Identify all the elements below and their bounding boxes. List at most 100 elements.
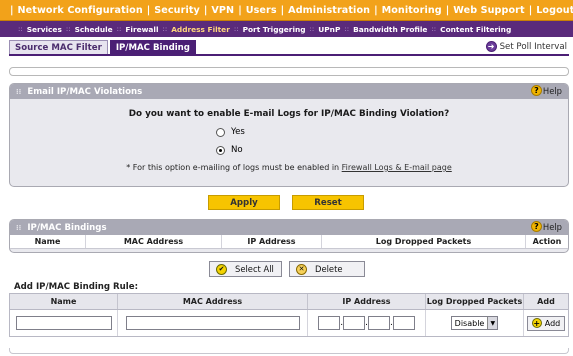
status-message-bar [9,67,569,76]
add-rule-row: . . . Disable ▼ + Add [10,310,568,336]
email-help-link[interactable]: ? Help [530,85,562,96]
subnav-separator: :: [18,25,23,33]
col-log-dropped: Log Dropped Packets [322,235,526,248]
tab-underline [9,54,569,56]
add-rule-header: Name MAC Address IP Address Log Dropped … [10,294,568,310]
nav-separator: | [528,4,533,16]
subnav-firewall[interactable]: Firewall [125,25,158,34]
sub-navigation: :: Services :: Schedule :: Firewall :: A… [0,21,573,37]
firewall-logs-link[interactable]: Firewall Logs & E-mail page [342,163,452,172]
page-tabs: Source MAC Filter IP/MAC Binding [9,40,198,55]
subnav-separator: :: [162,25,168,33]
add-col-name: Name [10,294,118,309]
delete-label: Delete [315,264,343,274]
subnav-bandwidth-profile[interactable]: Bandwidth Profile [353,25,427,34]
radio-no-circle[interactable] [216,145,225,155]
subnav-port-triggering[interactable]: Port Triggering [243,25,306,34]
col-mac-address: MAC Address [86,235,222,248]
tab-source-mac-filter[interactable]: Source MAC Filter [9,40,108,55]
bindings-help-link[interactable]: ? Help [530,221,562,232]
nav-security[interactable]: Security [154,5,200,16]
set-poll-interval-link[interactable]: ➜ Set Poll Interval [485,41,567,52]
select-all-button[interactable]: ✔ Select All [209,261,282,277]
reset-button[interactable]: Reset [292,195,364,210]
radio-yes-label: Yes [231,127,245,137]
email-note-text: * For this option e-mailing of logs must… [126,163,340,172]
ip-octet-2-input[interactable] [343,316,366,330]
delete-icon: ✕ [296,263,307,275]
email-panel-title: Email IP/MAC Violations [27,86,143,97]
log-dropped-select[interactable]: Disable ▼ [450,316,499,330]
radio-no-label: No [231,145,243,155]
radio-yes[interactable]: Yes [216,127,245,137]
add-col-log: Log Dropped Packets [426,294,524,309]
radio-no[interactable]: No [216,145,243,155]
subnav-separator: :: [233,25,239,33]
log-dropped-value: Disable [454,318,485,328]
subnav-address-filter[interactable]: Address Filter [171,25,230,34]
add-col-add: Add [537,297,555,306]
bindings-panel-header: ⁞⁞ IP/MAC Bindings ? Help [10,220,568,235]
email-violations-panel: ⁞⁞ Email IP/MAC Violations ? Help Do you… [9,83,569,187]
delete-button[interactable]: ✕ Delete [289,261,365,277]
arrow-right-icon: ➜ [485,41,497,52]
col-name: Name [10,235,86,248]
subnav-services[interactable]: Services [27,25,62,34]
subnav-separator: :: [116,25,122,33]
add-rule-title: Add IP/MAC Binding Rule: [14,282,139,292]
subnav-schedule[interactable]: Schedule [75,25,113,34]
subnav-separator: :: [344,25,350,33]
nav-logout[interactable]: Logout [536,5,573,16]
nav-separator: | [146,4,151,16]
mac-address-input[interactable] [125,316,300,330]
nav-administration[interactable]: Administration [288,5,370,16]
bindings-panel-title: IP/MAC Bindings [27,222,107,233]
help-icon: ? [530,221,542,232]
plus-icon: + [531,318,542,328]
email-note: * For this option e-mailing of logs must… [10,163,568,172]
top-navigation: | Network Configuration | Security | VPN… [0,0,573,21]
mac-cell [118,310,308,336]
grip-icon: ⁞⁞ [16,87,22,96]
ip-octet-1-input[interactable] [318,316,341,330]
nav-web-support[interactable]: Web Support [453,5,524,16]
col-ip-address: IP Address [222,235,322,248]
ip-mac-bindings-panel: ⁞⁞ IP/MAC Bindings ? Help Name MAC Addre… [9,219,569,253]
tab-ip-mac-binding[interactable]: IP/MAC Binding [109,40,196,55]
subnav-separator: :: [431,25,437,33]
ip-octet-3-input[interactable] [367,316,390,330]
apply-button[interactable]: Apply [208,195,280,210]
name-input[interactable] [15,316,112,330]
nav-vpn[interactable]: VPN [211,5,234,16]
set-poll-interval-label: Set Poll Interval [499,41,567,52]
add-button[interactable]: + Add [526,315,566,331]
select-all-label: Select All [235,264,274,274]
help-label: Help [542,85,562,96]
nav-network-configuration[interactable]: Network Configuration [18,5,143,16]
nav-separator: | [445,4,450,16]
nav-separator: | [10,4,14,16]
radio-yes-circle[interactable] [216,127,225,137]
add-button-label: Add [544,318,561,328]
checkmark-icon: ✔ [216,263,227,275]
ip-octet-4-input[interactable] [392,316,415,330]
bottom-border [9,348,569,354]
add-cell: + Add [524,310,568,336]
add-col-mac: MAC Address [118,294,308,309]
ip-cell: . . . [308,310,426,336]
nav-monitoring[interactable]: Monitoring [382,5,442,16]
email-panel-header: ⁞⁞ Email IP/MAC Violations ? Help [10,84,568,99]
subnav-content-filtering[interactable]: Content Filtering [440,25,511,34]
help-label: Help [542,221,562,232]
email-question: Do you want to enable E-mail Logs for IP… [128,109,450,119]
subnav-separator: :: [65,25,71,33]
subnav-upnp[interactable]: UPnP [318,25,340,34]
col-action: Action [532,237,562,246]
add-rule-table: Name MAC Address IP Address Log Dropped … [9,293,569,337]
nav-users[interactable]: Users [246,5,277,16]
nav-separator: | [374,4,378,16]
chevron-down-icon: ▼ [487,317,498,329]
grip-icon: ⁞⁞ [16,223,22,232]
subnav-separator: :: [309,25,315,33]
add-col-ip: IP Address [308,294,426,309]
